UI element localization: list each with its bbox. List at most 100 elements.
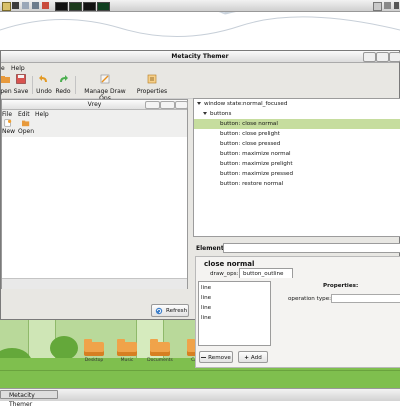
tree-row[interactable]: button: maximize prelight <box>194 159 400 169</box>
desktop-icon-label: Desktop <box>84 358 104 363</box>
preview-menu-edit[interactable]: Edit <box>18 111 30 118</box>
cpu-graph-icon[interactable] <box>69 2 82 11</box>
preview-maximize-button[interactable] <box>160 101 175 109</box>
element-panel: close normal draw_ops: button_outline li… <box>195 256 400 368</box>
taskbar-window-button[interactable]: Metacity Themer <box>0 390 58 408</box>
window-titlebar[interactable]: Metacity Themer <box>1 51 400 63</box>
list-item[interactable]: line <box>201 295 211 301</box>
open-button[interactable]: pen <box>0 74 13 95</box>
browser-launcher-icon[interactable] <box>32 2 39 9</box>
toolbar-separator <box>32 76 33 94</box>
top-panel <box>0 0 400 12</box>
refresh-icon <box>155 307 163 315</box>
desktop-icon-documents[interactable]: Documents <box>143 339 177 363</box>
desktop-icon-music[interactable]: Music <box>110 339 144 363</box>
folder-icon <box>150 339 170 356</box>
preview-titlebar: Vrey <box>2 100 188 110</box>
volume-icon[interactable] <box>373 2 382 11</box>
menu-help[interactable]: Help <box>11 65 25 72</box>
tree-row-label: button: restore normal <box>220 181 284 187</box>
folder-icon <box>84 339 104 356</box>
save-button[interactable]: Save <box>13 74 29 95</box>
grass-line <box>0 370 400 371</box>
properties-label: Properties <box>136 88 168 95</box>
preview-content-area <box>2 137 187 289</box>
add-label: Add <box>250 355 262 361</box>
remove-icon <box>201 356 207 359</box>
redo-button[interactable]: Redo <box>55 74 71 95</box>
properties-button[interactable]: Properties <box>136 74 168 95</box>
menu-file[interactable]: e <box>1 65 5 72</box>
add-icon: + <box>244 355 249 361</box>
remove-button[interactable]: Remove <box>199 351 233 363</box>
redo-label: Redo <box>55 88 71 95</box>
remove-label: Remove <box>208 355 231 361</box>
bottom-panel: Metacity Themer <box>0 388 400 408</box>
tree-row[interactable]: button: restore normal <box>194 179 400 189</box>
refresh-label: Refresh <box>166 308 188 314</box>
preview-new-label: New <box>2 128 16 135</box>
refresh-button[interactable]: Refresh <box>151 304 189 317</box>
tree-row-label: button: close pressed <box>220 141 281 147</box>
open-icon <box>1 76 10 83</box>
operation-type-field[interactable] <box>331 294 400 303</box>
menu-launcher-icon[interactable] <box>2 2 11 11</box>
menubar: e Help <box>1 63 399 72</box>
preview-menu-help[interactable]: Help <box>35 111 49 118</box>
clock-icon[interactable] <box>394 2 399 9</box>
close-button[interactable] <box>389 52 400 62</box>
preview-new-button[interactable]: New <box>2 119 16 135</box>
preview-menubar: File Edit Help <box>2 110 187 118</box>
preview-menu-file[interactable]: File <box>2 111 12 118</box>
bush <box>50 336 78 360</box>
new-icon <box>4 119 12 127</box>
expander-arrow-icon[interactable] <box>197 102 201 105</box>
tree-row-label: button: close normal <box>220 121 278 127</box>
tree-row-label: buttons <box>210 111 232 117</box>
minimize-button[interactable] <box>363 52 376 62</box>
desktop-icon-label: Documents <box>147 358 173 363</box>
tree-row[interactable]: button: close prelight <box>194 129 400 139</box>
network-status-icon[interactable] <box>384 2 391 9</box>
tree-row-selected[interactable]: button: close normal <box>194 119 400 129</box>
desktop-icon-label: Music <box>120 358 134 363</box>
preview-close-button[interactable] <box>175 101 188 109</box>
preview-minimize-button[interactable] <box>145 101 160 109</box>
app-launcher-icon[interactable] <box>42 2 49 9</box>
undo-button[interactable]: Undo <box>36 74 52 95</box>
files-launcher-icon[interactable] <box>22 2 29 9</box>
properties-icon <box>147 74 157 84</box>
theme-preview-window: Vrey File Edit Help New Open <box>1 99 188 289</box>
manage-draw-ops-button[interactable]: Manage Draw Ops <box>79 74 131 102</box>
tree-row[interactable]: window state:normal_focused <box>194 99 400 109</box>
expander-arrow-icon[interactable] <box>203 112 207 115</box>
tree-row[interactable]: button: close pressed <box>194 139 400 149</box>
draw-ops-label: draw_ops: <box>210 271 239 277</box>
system-monitor-icon[interactable] <box>55 2 68 11</box>
theme-tree: window state:normal_focused buttons butt… <box>193 98 400 237</box>
list-item[interactable]: line <box>201 315 211 321</box>
list-item[interactable]: line <box>201 285 211 291</box>
draw-op-list: line line line line <box>198 281 271 346</box>
tree-row-label: button: maximize pressed <box>220 171 294 177</box>
memory-graph-icon[interactable] <box>83 2 96 11</box>
element-label: Element: <box>196 245 227 252</box>
add-button[interactable]: + Add <box>238 351 268 363</box>
list-item[interactable]: line <box>201 305 211 311</box>
undo-label: Undo <box>36 88 52 95</box>
preview-toolbar: New Open <box>2 118 187 138</box>
tree-row[interactable]: button: maximize pressed <box>194 169 400 179</box>
maximize-button[interactable] <box>376 52 389 62</box>
network-graph-icon[interactable] <box>97 2 110 11</box>
tree-row[interactable]: buttons <box>194 109 400 119</box>
terminal-launcher-icon[interactable] <box>12 2 19 9</box>
preview-open-button[interactable]: Open <box>18 119 34 135</box>
save-icon <box>16 74 26 84</box>
redo-icon <box>60 75 68 82</box>
draw-ops-tab[interactable]: button_outline <box>239 268 293 278</box>
tree-row[interactable]: button: maximize normal <box>194 149 400 159</box>
element-field[interactable] <box>223 243 400 253</box>
preview-horizontal-scrollbar[interactable] <box>2 278 187 289</box>
open-label: pen <box>0 88 12 95</box>
desktop-icon-desktop[interactable]: Desktop <box>77 339 111 363</box>
